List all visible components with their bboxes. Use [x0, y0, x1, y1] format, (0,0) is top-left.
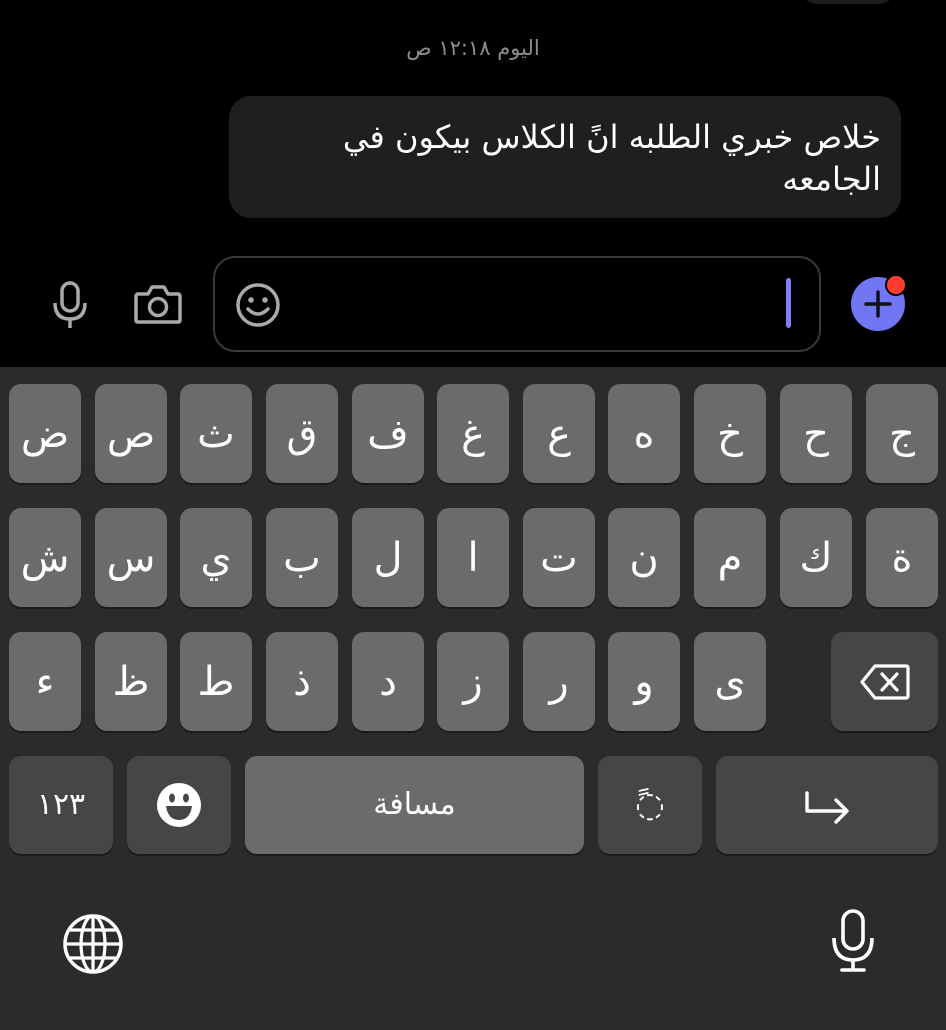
key[interactable]: ه: [608, 384, 680, 483]
message-timestamp: اليوم ١٢:١٨ ص: [406, 36, 540, 60]
key[interactable]: ث: [180, 384, 252, 483]
key[interactable]: ز: [437, 632, 509, 731]
camera-icon: [134, 285, 182, 324]
camera-button[interactable]: [130, 280, 186, 328]
microphone-icon: [832, 909, 874, 972]
key[interactable]: ن: [608, 508, 680, 607]
key[interactable]: ق: [266, 384, 338, 483]
space-key[interactable]: مسافة: [245, 756, 584, 854]
message-bubble[interactable]: خلاص خبري الطلبه انً الكلاس بيكون في الج…: [229, 96, 901, 218]
key[interactable]: س: [95, 508, 167, 607]
return-key[interactable]: [716, 756, 938, 854]
key[interactable]: ي: [180, 508, 252, 607]
key[interactable]: ل: [352, 508, 424, 607]
key[interactable]: و: [608, 632, 680, 731]
key[interactable]: ط: [180, 632, 252, 731]
microphone-icon: [53, 281, 87, 328]
emoji-face-icon: [157, 783, 201, 827]
backspace-icon: [859, 663, 910, 700]
key[interactable]: ت: [523, 508, 595, 607]
notification-dot: [885, 274, 907, 296]
key[interactable]: م: [694, 508, 766, 607]
return-arrow-icon: [805, 791, 849, 824]
microphone-button[interactable]: [44, 276, 96, 334]
key[interactable]: ا: [437, 508, 509, 607]
key[interactable]: خ: [694, 384, 766, 483]
message-text-line-2: الجامعه: [782, 160, 881, 198]
globe-button[interactable]: [60, 911, 126, 977]
chat-area: اليوم ١٢:١٨ ص خلاص خبري الطلبه انً الكلا…: [0, 0, 946, 367]
key[interactable]: ج: [866, 384, 938, 483]
key[interactable]: ض: [9, 384, 81, 483]
key[interactable]: ء: [9, 632, 81, 731]
message-input[interactable]: [213, 256, 821, 352]
key[interactable]: ر: [523, 632, 595, 731]
key[interactable]: ب: [266, 508, 338, 607]
dictation-button[interactable]: [826, 905, 880, 977]
emoji-key[interactable]: [127, 756, 231, 854]
key[interactable]: ة: [866, 508, 938, 607]
numbers-key[interactable]: ١٢٣: [9, 756, 113, 854]
key[interactable]: ذ: [266, 632, 338, 731]
arabic-keyboard: ج ح خ ه ع غ ف ق ث ص ض ة ك م ن ت ا ل ب ي …: [0, 367, 946, 1030]
globe-icon: [63, 914, 123, 974]
key[interactable]: ظ: [95, 632, 167, 731]
key[interactable]: ف: [352, 384, 424, 483]
emoji-button[interactable]: [233, 280, 283, 330]
previous-message-bubble[interactable]: [800, 0, 896, 4]
key[interactable]: غ: [437, 384, 509, 483]
smiley-icon: [236, 283, 280, 327]
message-text-line-1: خلاص خبري الطلبه انً الكلاس بيكون في: [342, 118, 881, 156]
key[interactable]: ع: [523, 384, 595, 483]
key[interactable]: ص: [95, 384, 167, 483]
key[interactable]: د: [352, 632, 424, 731]
key[interactable]: ح: [780, 384, 852, 483]
delete-key[interactable]: [831, 632, 938, 731]
key[interactable]: ى: [694, 632, 766, 731]
key[interactable]: ش: [9, 508, 81, 607]
key[interactable]: ك: [780, 508, 852, 607]
text-cursor: [786, 278, 791, 328]
tanween-key[interactable]: ً◌: [598, 756, 702, 854]
